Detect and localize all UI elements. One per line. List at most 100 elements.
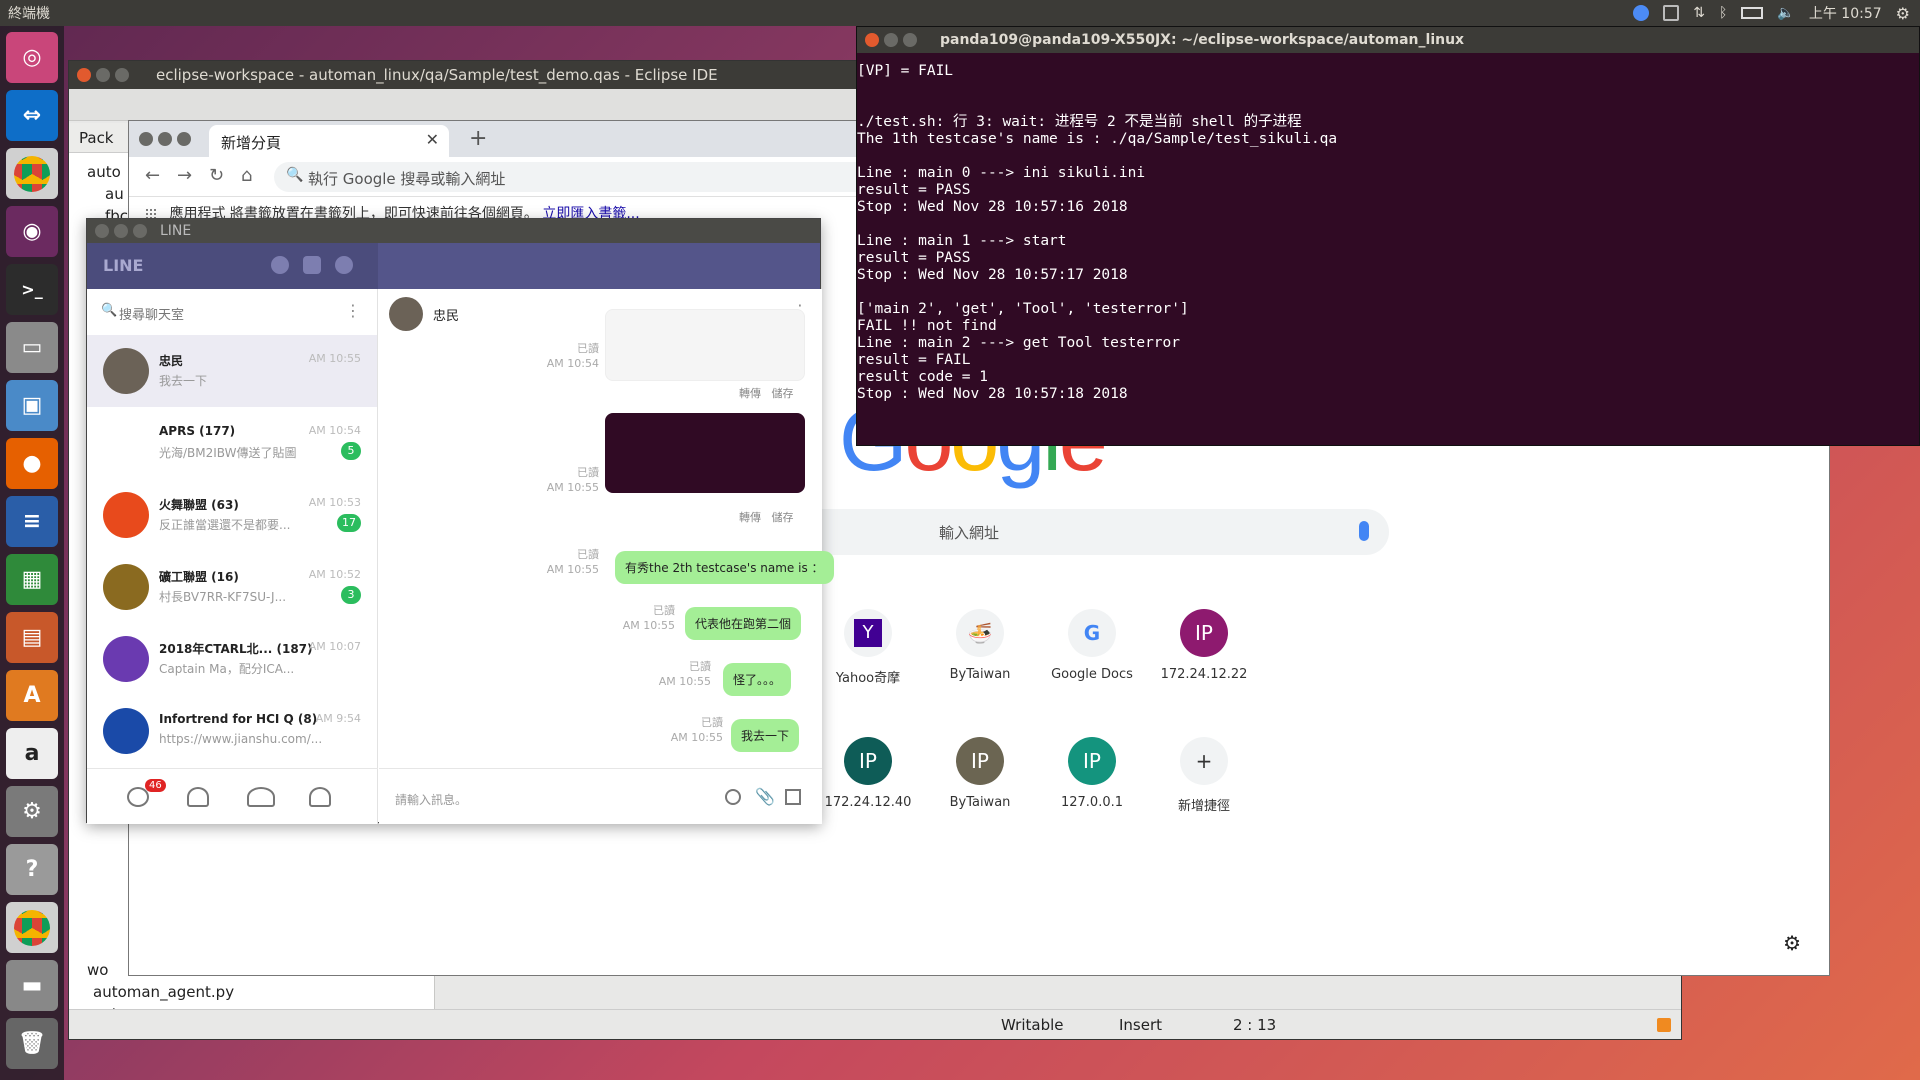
calc-icon[interactable]: ▦ <box>6 554 58 605</box>
chrome-tray-icon[interactable] <box>1633 5 1650 21</box>
message-bubble[interactable]: 代表他在跑第二個 <box>685 607 802 640</box>
terminal-output[interactable]: [VP] = FAIL ./test.sh: 行 3: wait: 进程号 2 … <box>857 53 1919 403</box>
help-icon[interactable]: ? <box>6 844 58 895</box>
tab-new-tab[interactable]: 新增分頁 ✕ <box>209 125 449 157</box>
back-icon[interactable]: ← <box>145 165 160 186</box>
chat-list-item[interactable]: 火舞聯盟 (63) 反正誰當選還不是都要... AM 10:53 17 <box>87 479 377 551</box>
note-icon[interactable] <box>303 256 321 274</box>
chat-bubble-icon[interactable] <box>271 256 289 274</box>
plus-icon: + <box>1180 737 1228 785</box>
amazon-icon[interactable]: a <box>6 728 58 779</box>
settings-icon[interactable]: ⚙ <box>6 786 58 837</box>
chats-icon[interactable] <box>127 787 149 807</box>
chat-list-item[interactable]: 忠民 我去一下 AM 10:55 <box>87 335 377 407</box>
add-shortcut-tile[interactable]: + 新增捷徑 <box>1148 737 1260 814</box>
message-bubble[interactable]: 我去一下 <box>731 719 800 752</box>
shortcut-tile[interactable]: IP 172.24.12.22 <box>1148 609 1260 682</box>
firefox-icon[interactable]: ● <box>6 438 58 489</box>
shortcut-tile[interactable]: IP ByTaiwan <box>924 737 1036 810</box>
keyboard-icon[interactable] <box>1663 5 1680 21</box>
friends-icon[interactable] <box>187 787 209 807</box>
tree-item[interactable]: automan_agent.py <box>93 983 234 1001</box>
minimize-icon[interactable] <box>158 132 172 146</box>
clock[interactable]: 上午 10:57 <box>1809 3 1882 23</box>
chat-list-item[interactable]: 2018年CTARL北... (187) Captain Ma，配分ICA... A… <box>87 623 377 695</box>
writer-icon[interactable]: ≡ <box>6 496 58 547</box>
bluetooth-icon[interactable]: ᛒ <box>1719 5 1727 21</box>
line-titlebar: LINE <box>87 219 820 243</box>
minimize-icon[interactable] <box>884 33 898 47</box>
new-tab-button[interactable]: + <box>469 126 487 151</box>
save-button[interactable]: 儲存 <box>772 387 794 400</box>
disk-icon[interactable]: ▬ <box>6 960 58 1011</box>
shortcut-tile[interactable]: IP 127.0.0.1 <box>1036 737 1148 810</box>
close-icon[interactable] <box>77 68 91 82</box>
teamviewer-icon[interactable]: ⇔ <box>6 90 58 141</box>
close-tab-icon[interactable]: ✕ <box>426 130 439 149</box>
close-icon[interactable] <box>95 224 109 238</box>
add-icon[interactable] <box>335 256 353 274</box>
close-icon[interactable] <box>139 132 153 146</box>
rss-icon[interactable] <box>1657 1018 1671 1032</box>
screenshot-icon[interactable] <box>785 789 801 805</box>
chat-list-item[interactable]: APRS (177) 光海/BM2IBW傳送了貼圖 AM 10:54 5 <box>87 407 377 479</box>
impress-icon[interactable]: ▤ <box>6 612 58 663</box>
maximize-icon[interactable] <box>115 68 129 82</box>
minimize-icon[interactable] <box>114 224 128 238</box>
shortcut-tile[interactable]: Y Yahoo奇摩 <box>812 609 924 686</box>
volume-icon[interactable]: 🔈 <box>1777 5 1794 21</box>
message-input[interactable]: 請輸入訊息。 📎 <box>379 768 822 824</box>
line-brand[interactable]: LINE <box>103 256 143 275</box>
maximize-icon[interactable] <box>133 224 147 238</box>
obs-icon[interactable]: ◉ <box>6 206 58 257</box>
chat-list-item[interactable]: 礦工聯盟 (16) 村長BV7RR-KF7SU-J... AM 10:52 3 <box>87 551 377 623</box>
image-message[interactable] <box>605 309 805 381</box>
forward-icon[interactable]: → <box>177 165 192 186</box>
customize-gear-icon[interactable]: ⚙ <box>1783 931 1801 955</box>
message-bubble[interactable]: 怪了。。。 <box>723 663 792 696</box>
microphone-icon[interactable] <box>1359 521 1369 541</box>
network-icon[interactable]: ⇅ <box>1693 5 1705 21</box>
terminal-icon[interactable]: >_ <box>6 264 58 315</box>
tree-item[interactable]: au <box>105 185 124 203</box>
message-time: AM 10:55 <box>658 675 711 688</box>
forward-button[interactable]: 轉傳 <box>739 511 761 524</box>
groups-icon[interactable] <box>247 787 275 807</box>
close-icon[interactable] <box>865 33 879 47</box>
trash-icon[interactable]: 🗑 <box>6 1018 58 1069</box>
battery-icon[interactable] <box>1741 7 1764 19</box>
chat-search[interactable]: 🔍 搜尋聊天室 ⋮ <box>87 289 377 335</box>
more-options-icon[interactable]: ⋮ <box>345 301 361 320</box>
chrome-icon[interactable] <box>6 148 58 199</box>
chat-time: AM 10:07 <box>308 640 361 653</box>
chat-list-item[interactable]: Infortrend for HCI Q (8) https://www.jian… <box>87 695 377 767</box>
avatar[interactable] <box>389 297 423 331</box>
tree-item[interactable]: wo <box>87 961 108 979</box>
reload-icon[interactable]: ↻ <box>209 165 224 186</box>
forward-button[interactable]: 轉傳 <box>739 387 761 400</box>
google-icon: G <box>1068 609 1116 657</box>
message-bubble[interactable]: 有秀the 2th testcase's name is ： <box>615 551 834 584</box>
window-controls <box>139 131 196 150</box>
home-icon[interactable]: ⌂ <box>241 165 252 186</box>
tree-item[interactable]: auto <box>87 163 121 181</box>
avatar <box>103 492 149 538</box>
maximize-icon[interactable] <box>177 132 191 146</box>
emoji-icon[interactable] <box>725 789 741 805</box>
attachment-icon[interactable]: 📎 <box>755 787 775 806</box>
shortcut-tile[interactable]: IP 172.24.12.40 <box>812 737 924 810</box>
image-message[interactable] <box>605 413 805 493</box>
software-center-icon[interactable]: A <box>6 670 58 721</box>
gear-icon[interactable]: ⚙ <box>1896 4 1910 23</box>
ubuntu-launcher-icon[interactable]: ◎ <box>6 32 58 83</box>
remote-desktop-icon[interactable]: ▣ <box>6 380 58 431</box>
shortcut-tile[interactable]: 🍜 ByTaiwan <box>924 609 1036 682</box>
chrome-icon-2[interactable] <box>6 902 58 953</box>
unread-count-badge: 17 <box>337 514 361 532</box>
save-button[interactable]: 儲存 <box>772 511 794 524</box>
files-icon[interactable]: ▭ <box>6 322 58 373</box>
shortcut-tile[interactable]: G Google Docs <box>1036 609 1148 682</box>
minimize-icon[interactable] <box>96 68 110 82</box>
add-friend-icon[interactable] <box>309 787 331 807</box>
maximize-icon[interactable] <box>903 33 917 47</box>
